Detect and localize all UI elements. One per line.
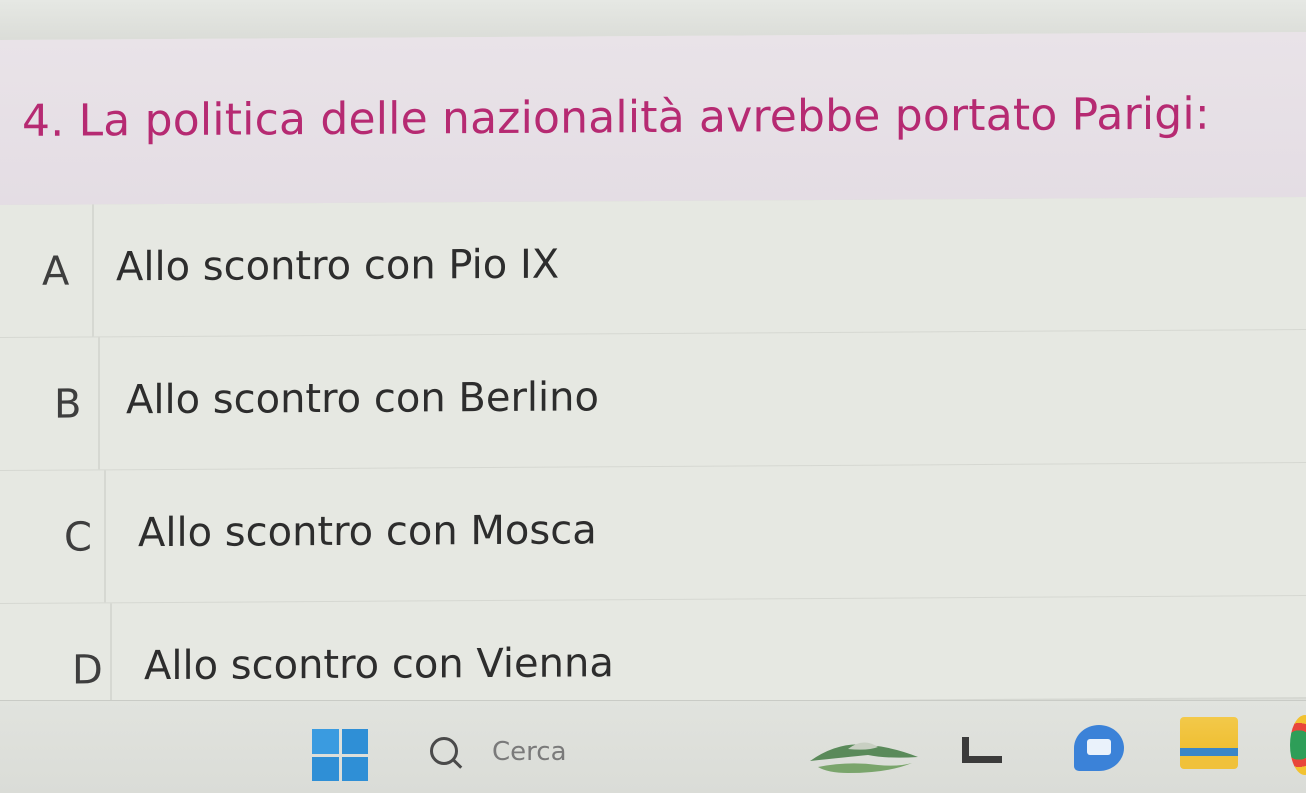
- search-icon: [430, 737, 458, 765]
- quiz-card: 4. La politica delle nazionalità avrebbe…: [0, 32, 1306, 707]
- option-divider: [104, 470, 106, 603]
- windows-start-icon[interactable]: [312, 729, 368, 781]
- taskbar: Cerca: [0, 700, 1306, 793]
- weather-widget-icon[interactable]: [808, 731, 920, 775]
- option-divider: [92, 204, 94, 337]
- taskbar-search[interactable]: Cerca: [420, 731, 680, 773]
- answer-option-d[interactable]: D Allo scontro con Vienna: [0, 596, 1306, 707]
- option-label: Allo scontro con Berlino: [126, 374, 599, 424]
- answer-option-a[interactable]: A Allo scontro con Pio IX: [0, 197, 1306, 339]
- chrome-icon[interactable]: [1290, 715, 1306, 775]
- chat-icon[interactable]: [1074, 725, 1124, 771]
- answer-option-b[interactable]: B Allo scontro con Berlino: [0, 330, 1306, 472]
- option-letter: B: [54, 381, 82, 428]
- option-divider: [98, 337, 100, 470]
- question-header: 4. La politica delle nazionalità avrebbe…: [0, 32, 1306, 207]
- option-label: Allo scontro con Mosca: [138, 507, 597, 557]
- option-label: Allo scontro con Vienna: [144, 640, 614, 690]
- option-divider: [110, 603, 112, 705]
- option-letter: C: [64, 514, 92, 561]
- photo-of-screen: 4. La politica delle nazionalità avrebbe…: [0, 0, 1306, 793]
- search-placeholder: Cerca: [492, 737, 567, 767]
- app-icon[interactable]: [962, 737, 1002, 763]
- file-explorer-icon[interactable]: [1180, 717, 1238, 769]
- option-label: Allo scontro con Pio IX: [116, 241, 560, 291]
- option-letter: A: [42, 248, 70, 295]
- option-letter: D: [72, 647, 103, 694]
- answer-option-c[interactable]: C Allo scontro con Mosca: [0, 463, 1306, 605]
- question-text: 4. La politica delle nazionalità avrebbe…: [22, 88, 1210, 147]
